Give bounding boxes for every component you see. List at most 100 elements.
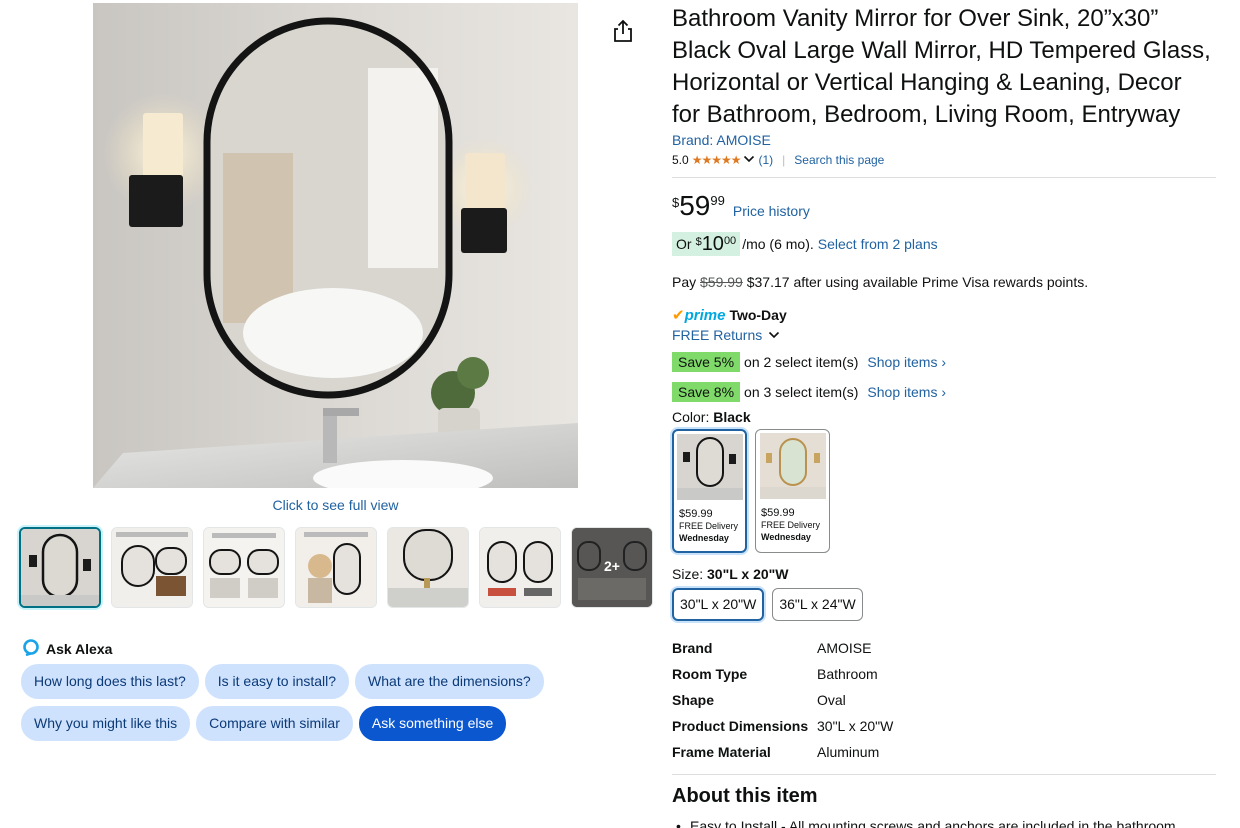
swatch-gold-image — [759, 433, 826, 499]
rating-value: 5.0 — [672, 153, 689, 167]
size-label-text: Size: — [672, 566, 704, 582]
swatch-black[interactable]: $59.99 FREE Delivery Wednesday — [672, 429, 747, 553]
shop-items-link[interactable]: Shop items › — [867, 354, 946, 370]
alexa-ask-else-button[interactable]: Ask something else — [358, 706, 507, 741]
free-returns-link[interactable]: FREE Returns — [672, 327, 762, 343]
click-full-view-link[interactable]: Click to see full view — [93, 497, 578, 513]
prime-logo: prime — [684, 306, 726, 324]
monthly-or: Or — [676, 236, 692, 252]
select-plans-link[interactable]: Select from 2 plans — [818, 236, 938, 252]
swatch-black-image — [677, 434, 743, 500]
price-history-link[interactable]: Price history — [733, 203, 810, 219]
monthly-price-highlight: Or $ 10 00 — [672, 232, 741, 256]
prime-delivery-speed: Two-Day — [729, 307, 787, 323]
price-block: $ 59 99 Price history — [672, 192, 1216, 220]
size-options: 30"L x 20"W 36"L x 24"W — [672, 588, 1216, 621]
ask-alexa-label: Ask Alexa — [46, 640, 113, 657]
spec-key: Brand — [672, 640, 713, 656]
monthly-payment-row: Or $ 10 00 /mo (6 mo). Select from 2 pla… — [672, 232, 1216, 256]
product-specs-table: Brand AMOISE Room Type Bathroom Shape Oval … — [672, 640, 1216, 770]
alexa-chip-lifespan[interactable]: How long does this last? — [21, 664, 199, 699]
monthly-term: /mo (6 mo). — [742, 236, 814, 252]
chevron-down-icon[interactable] — [743, 153, 755, 167]
save-offer-row: Save 8% on 3 select item(s) Shop items › — [672, 381, 1216, 403]
spec-row: Shape Oval — [672, 692, 1216, 718]
color-label: Color: Black — [672, 409, 1216, 425]
swatch-price: $59.99 — [679, 508, 713, 520]
spec-key: Room Type — [672, 666, 748, 682]
save-offer-row: Save 5% on 2 select item(s) Shop items › — [672, 351, 1216, 373]
chevron-down-icon[interactable] — [768, 327, 780, 343]
spec-key: Product Dimensions — [672, 718, 809, 734]
alexa-chip-compare[interactable]: Compare with similar — [196, 706, 353, 741]
alexa-chip-install[interactable]: Is it easy to install? — [204, 664, 350, 699]
share-icon[interactable] — [610, 18, 636, 44]
spec-value: Oval — [817, 692, 846, 708]
divider-line — [672, 177, 1216, 178]
monthly-fraction: 00 — [723, 235, 737, 247]
swatch-delivery-day: Wednesday — [761, 532, 811, 542]
divider-line — [672, 774, 1216, 775]
shop-items-link[interactable]: Shop items › — [867, 384, 946, 400]
spec-row: Room Type Bathroom — [672, 666, 1216, 692]
alexa-icon — [22, 638, 40, 659]
spec-key: Shape — [672, 692, 715, 708]
thumbnail-5[interactable] — [387, 527, 469, 608]
rating-row: 5.0 ★★★★★ (1) | Search this page — [672, 153, 1216, 167]
thumbnail-3[interactable] — [203, 527, 285, 608]
spec-value: Bathroom — [817, 666, 878, 682]
review-count-link[interactable]: (1) — [758, 153, 773, 167]
price-fraction: 99 — [710, 193, 725, 208]
product-title: Bathroom Vanity Mirror for Over Sink, 20… — [672, 5, 1211, 128]
spec-key: Frame Material — [672, 744, 771, 760]
price-whole: 59 — [679, 190, 711, 221]
swatch-gold[interactable]: $59.99 FREE Delivery Wednesday — [755, 429, 830, 553]
save-badge: Save 5% — [672, 352, 741, 372]
thumbnail-more[interactable]: 2+ — [571, 527, 653, 608]
prime-delivery-badge: ✔ prime Two-Day — [672, 306, 1216, 325]
pay-prefix: Pay — [672, 274, 697, 290]
swatch-delivery: FREE Delivery — [761, 520, 821, 530]
size-value: 30"L x 20"W — [707, 566, 789, 582]
save-offer-text: on 3 select item(s) — [744, 384, 859, 400]
spec-row: Frame Material Aluminum — [672, 744, 1216, 770]
thumbnail-2[interactable] — [111, 527, 193, 608]
thumbnail-4[interactable] — [295, 527, 377, 608]
pay-original-price: $59.99 — [700, 274, 743, 290]
thumbnail-1[interactable] — [19, 527, 101, 608]
about-this-item-heading: About this item — [672, 785, 818, 807]
thumbnail-strip: 2+ — [19, 527, 653, 608]
pay-after-rewards: $37.17 after using available Prime Visa … — [746, 274, 1089, 290]
size-label: Size: 30"L x 20"W — [672, 566, 1216, 582]
brand-link[interactable]: Brand: AMOISE — [672, 132, 771, 148]
swatch-delivery-day: Wednesday — [679, 533, 729, 543]
save-badge: Save 8% — [672, 382, 741, 402]
swatch-delivery: FREE Delivery — [679, 521, 739, 531]
star-rating-icon[interactable]: ★★★★★ — [692, 153, 742, 167]
color-label-text: Color: — [672, 409, 710, 425]
size-option-30x20[interactable]: 30"L x 20"W — [672, 588, 765, 621]
more-images-count: 2+ — [604, 558, 620, 574]
alexa-chip-why-like[interactable]: Why you might like this — [21, 706, 191, 741]
color-swatches: $59.99 FREE Delivery Wednesday $59.99 FR… — [672, 429, 1216, 553]
free-returns-row[interactable]: FREE Returns — [672, 327, 1216, 343]
spec-row: Brand AMOISE — [672, 640, 1216, 666]
thumbnail-6[interactable] — [479, 527, 561, 608]
about-bullet: Easy to Install - All mounting screws an… — [672, 818, 1216, 828]
monthly-whole: 10 — [701, 233, 724, 255]
spec-row: Product Dimensions 30"L x 20"W — [672, 718, 1216, 744]
alexa-chip-dimensions[interactable]: What are the dimensions? — [355, 664, 544, 699]
prime-visa-offer: Pay $59.99 $37.17 after using available … — [672, 274, 1216, 290]
price-symbol: $ — [672, 195, 680, 210]
color-value: Black — [713, 409, 751, 425]
main-product-image[interactable] — [93, 3, 578, 488]
spec-value: 30"L x 20"W — [817, 718, 894, 734]
ask-alexa-header: Ask Alexa — [22, 638, 112, 659]
save-offer-text: on 2 select item(s) — [744, 354, 859, 370]
size-option-36x24[interactable]: 36"L x 24"W — [772, 588, 863, 621]
product-info-column: Bathroom Vanity Mirror for Over Sink, 20… — [672, 0, 1216, 828]
spec-value: Aluminum — [817, 744, 880, 760]
search-this-page-link[interactable]: Search this page — [794, 153, 884, 167]
swatch-price: $59.99 — [761, 507, 795, 519]
spec-value: AMOISE — [817, 640, 872, 656]
